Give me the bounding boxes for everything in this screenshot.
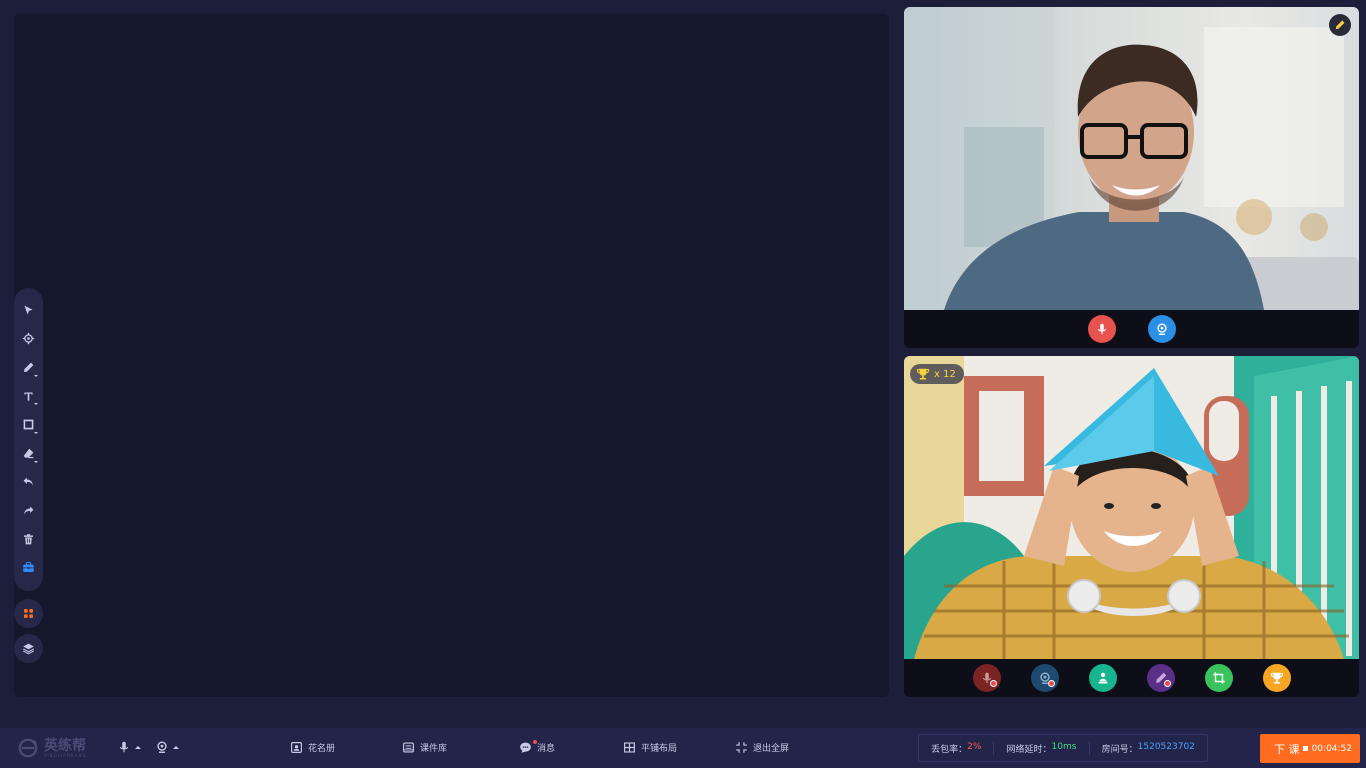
grid-layout-icon [624, 742, 635, 753]
messages-label: 消息 [537, 744, 556, 754]
text-options-caret [34, 403, 38, 406]
shape-tool[interactable] [14, 410, 43, 439]
apps-icon [24, 609, 33, 618]
end-class-label: 下 课 [1274, 742, 1300, 756]
teacher-controls [904, 310, 1359, 348]
whiteboard-canvas[interactable] [14, 14, 889, 697]
student-pen-permission-button[interactable] [1146, 664, 1175, 692]
apps-button[interactable] [14, 599, 43, 628]
packet-loss-value: 2% [967, 741, 982, 752]
messages-button[interactable]: 消息 [519, 740, 556, 754]
packet-loss-stat: 丢包率： 2% [919, 742, 993, 755]
redo-icon [24, 506, 34, 515]
caret-up-icon [135, 745, 141, 749]
text-tool[interactable] [14, 382, 43, 411]
trophy-icon [1270, 672, 1283, 684]
room-number-value: 1520523702 [1137, 741, 1195, 752]
teacher-video-panel [904, 7, 1359, 348]
disabled-indicator [1163, 680, 1171, 687]
student-stage-button[interactable] [1088, 664, 1117, 692]
trophy-icon [916, 368, 930, 380]
eraser-options-caret [34, 460, 38, 463]
courseware-icon [403, 742, 414, 753]
undo-tool[interactable] [14, 468, 43, 497]
microphone-icon [1097, 323, 1106, 335]
shape-options-caret [34, 431, 38, 434]
select-icon [24, 305, 33, 315]
mic-selector[interactable] [117, 740, 141, 754]
layers-icon [22, 643, 35, 655]
stage-icon [1098, 672, 1107, 684]
student-video-panel: x 12 [904, 356, 1359, 697]
toolbox-icon [23, 562, 34, 573]
whiteboard-toolbar [14, 288, 43, 591]
logo-icon [18, 738, 38, 758]
latency-label: 网络延时： [1006, 744, 1052, 755]
logo-subtext: YINGLIANBANG [44, 752, 87, 758]
app-logo: 英练帮 YINGLIANBANG [16, 737, 86, 759]
roster-icon [291, 742, 302, 753]
student-crop-button[interactable] [1204, 664, 1233, 692]
pen-tool[interactable] [14, 353, 43, 382]
pen-options-caret [34, 374, 38, 377]
camera-icon [157, 741, 167, 753]
latency-value: 10ms [1051, 741, 1077, 752]
student-camera-button[interactable] [1030, 664, 1059, 692]
trophy-count-badge: x 12 [910, 364, 964, 384]
end-class-button[interactable]: 下 课 00:04:52 [1260, 734, 1360, 763]
exit-fullscreen-label: 退出全屏 [753, 744, 790, 754]
pencil-icon [1335, 20, 1345, 30]
class-timer: 00:04:52 [1302, 743, 1352, 754]
packet-loss-label: 丢包率： [931, 744, 968, 755]
crop-icon [1212, 672, 1225, 684]
text-icon [24, 392, 33, 401]
laser-pointer-tool[interactable] [14, 325, 43, 354]
laser-pointer-icon [22, 333, 35, 345]
teacher-video-feed [904, 7, 1359, 310]
teacher-camera-button[interactable] [1147, 315, 1176, 343]
shape-icon [23, 419, 34, 430]
logo-text: 英练帮 [44, 737, 86, 754]
redo-tool[interactable] [14, 496, 43, 525]
student-controls [904, 659, 1359, 697]
caret-up-icon [173, 745, 179, 749]
network-stats: 丢包率： 2% 网络延时： 10ms 房间号： 1520523702 [918, 734, 1208, 762]
tile-layout-button[interactable]: 平铺布局 [623, 741, 677, 754]
student-mic-button[interactable] [972, 664, 1001, 692]
roster-label: 花名册 [308, 744, 336, 754]
eraser-tool[interactable] [14, 439, 43, 468]
eraser-icon [23, 448, 34, 458]
delete-tool[interactable] [14, 525, 43, 554]
room-number-label: 房间号： [1101, 744, 1138, 755]
edit-permission-badge[interactable] [1329, 14, 1351, 36]
class-timer-value: 00:04:52 [1311, 743, 1352, 754]
layers-button[interactable] [14, 634, 43, 663]
delete-icon [24, 533, 33, 544]
roster-button[interactable]: 花名册 [290, 741, 335, 754]
chat-bubble-icon [520, 742, 531, 753]
undo-icon [23, 477, 33, 486]
room-number-stat: 房间号： 1520523702 [1088, 741, 1207, 755]
student-video-feed [904, 356, 1359, 659]
exit-fullscreen-button[interactable]: 退出全屏 [735, 741, 789, 754]
exit-fullscreen-icon [736, 742, 747, 753]
student-award-button[interactable] [1262, 664, 1291, 692]
disabled-indicator [1047, 680, 1055, 687]
camera-icon [1156, 323, 1167, 335]
pen-icon [24, 362, 34, 372]
tile-layout-label: 平铺布局 [641, 744, 678, 754]
courseware-label: 课件库 [420, 744, 448, 754]
teacher-mic-button[interactable] [1087, 315, 1116, 343]
trophy-count: x 12 [934, 368, 956, 380]
toolbox-tool[interactable] [14, 553, 43, 582]
unread-dot [533, 740, 537, 744]
stop-icon [1302, 746, 1308, 751]
select-tool[interactable] [14, 296, 43, 325]
microphone-icon [119, 741, 129, 753]
courseware-button[interactable]: 课件库 [402, 741, 447, 754]
latency-stat: 网络延时： 10ms [993, 741, 1088, 755]
camera-selector[interactable] [155, 740, 179, 754]
disabled-indicator [989, 680, 997, 687]
bottom-bar: 英练帮 YINGLIANBANG 花名册 课件库 消息 平铺布局 退出全屏 丢包… [0, 728, 1366, 768]
